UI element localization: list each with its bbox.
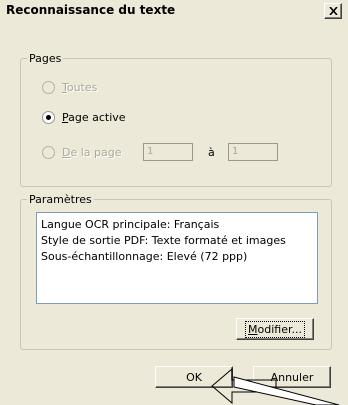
cancel-button[interactable]: Annuler <box>253 366 331 388</box>
modify-button[interactable]: Modifier... <box>236 318 314 340</box>
param-line-style: Style de sortie PDF: Texte formaté et im… <box>41 234 286 247</box>
radio-toutes[interactable]: Toutes <box>42 81 97 94</box>
pages-legend: Pages <box>29 52 62 65</box>
param-line-sampling: Sous-échantillonnage: Elevé (72 ppp) <box>41 250 248 263</box>
close-icon <box>328 7 338 15</box>
radio-de-la-page[interactable]: De la page <box>42 146 122 159</box>
radio-page-active-circle <box>42 111 55 124</box>
radio-page-active-label: Page active <box>62 111 126 124</box>
modify-button-label: Modifier... <box>245 320 305 338</box>
ok-button-label: OK <box>186 370 202 384</box>
window-title: Reconnaissance du texte <box>6 3 176 17</box>
radio-toutes-label: Toutes <box>62 81 98 94</box>
radio-selected-dot <box>46 115 51 120</box>
to-page-input[interactable]: 1 <box>228 143 278 161</box>
params-listbox[interactable]: Langue OCR principale: Français Style de… <box>36 212 318 304</box>
params-legend: Paramètres <box>29 193 92 206</box>
radio-de-la-page-label: De la page <box>62 146 122 159</box>
param-line-ocr: Langue OCR principale: Français <box>41 218 220 231</box>
cancel-button-label: Annuler <box>270 370 314 384</box>
title-bar: Reconnaissance du texte <box>0 0 348 22</box>
from-page-input[interactable]: 1 <box>143 143 193 161</box>
radio-de-la-page-circle <box>42 146 55 159</box>
radio-toutes-circle <box>42 81 55 94</box>
radio-page-active[interactable]: Page active <box>42 111 126 124</box>
to-label: à <box>208 146 215 159</box>
close-button[interactable] <box>324 3 342 19</box>
ok-button[interactable]: OK <box>155 366 233 388</box>
